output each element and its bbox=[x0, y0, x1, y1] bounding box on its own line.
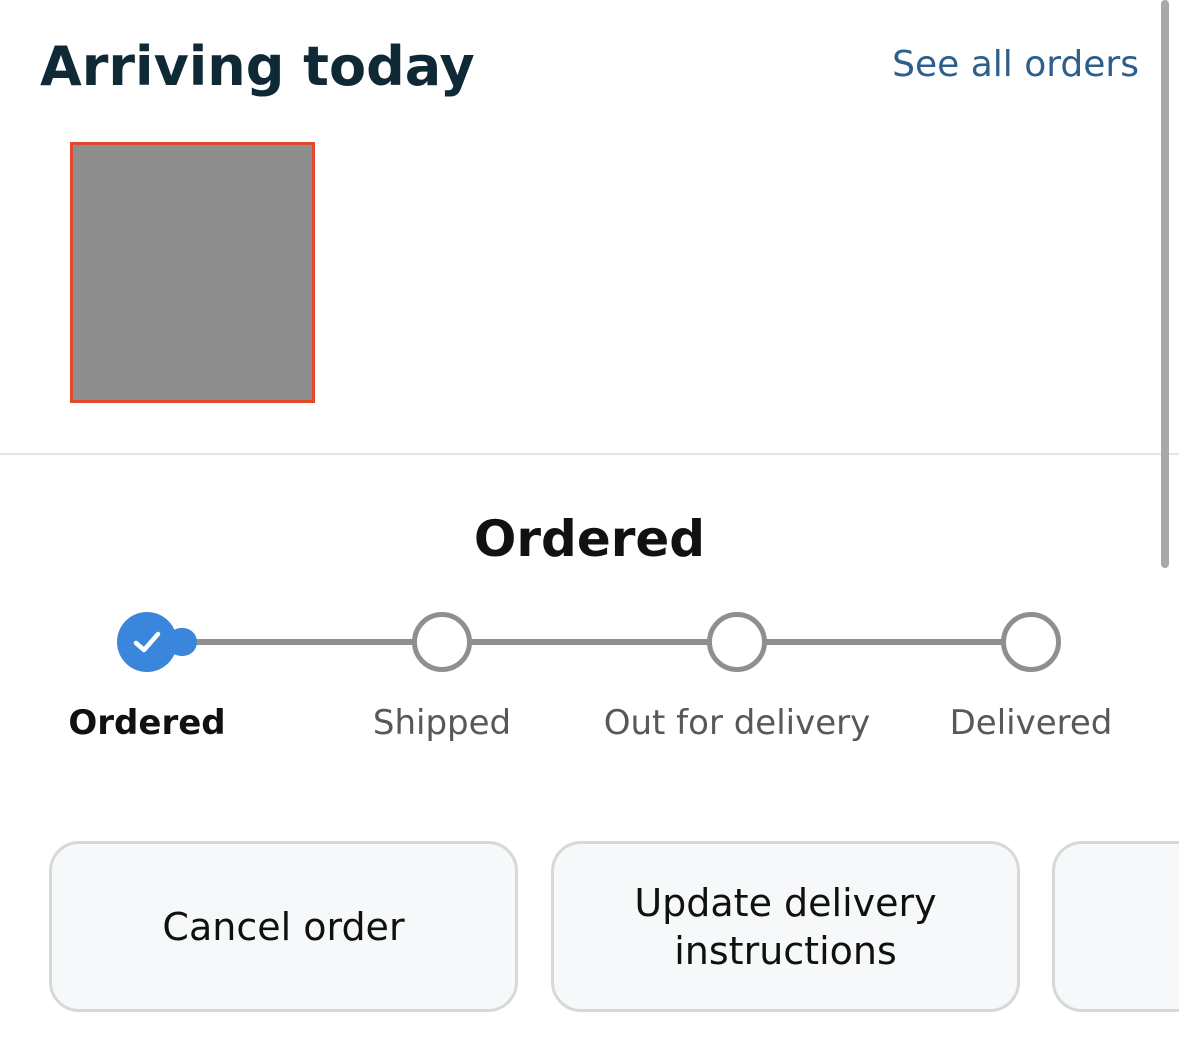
cancel-order-button[interactable]: Cancel order bbox=[49, 841, 518, 1012]
product-image[interactable] bbox=[70, 142, 315, 403]
update-delivery-instructions-label: Update delivery instructions bbox=[634, 880, 937, 973]
step-out-for-delivery-circle-icon bbox=[707, 612, 767, 672]
delivery-progress-tracker: Ordered Shipped Out for delivery Deliver… bbox=[0, 600, 1179, 760]
section-divider bbox=[0, 453, 1179, 455]
step-label-out-for-delivery: Out for delivery bbox=[603, 703, 871, 743]
order-tracking-screen: Arriving today See all orders Ordered Or… bbox=[0, 0, 1179, 1056]
step-ordered-check-icon bbox=[117, 612, 177, 672]
current-status-title: Ordered bbox=[473, 510, 706, 568]
update-delivery-instructions-button[interactable]: Update delivery instructions bbox=[551, 841, 1020, 1012]
progress-track-line bbox=[147, 639, 1031, 645]
step-label-ordered: Ordered bbox=[68, 703, 226, 743]
step-label-shipped: Shipped bbox=[372, 703, 512, 743]
step-shipped-circle-icon bbox=[412, 612, 472, 672]
step-label-delivered: Delivered bbox=[949, 703, 1113, 743]
step-delivered-circle-icon bbox=[1001, 612, 1061, 672]
page-title: Arriving today bbox=[40, 35, 475, 98]
scrollbar[interactable] bbox=[1161, 0, 1169, 568]
cancel-order-label: Cancel order bbox=[162, 904, 405, 949]
next-action-button[interactable] bbox=[1052, 841, 1179, 1012]
see-all-orders-link[interactable]: See all orders bbox=[892, 40, 1139, 90]
